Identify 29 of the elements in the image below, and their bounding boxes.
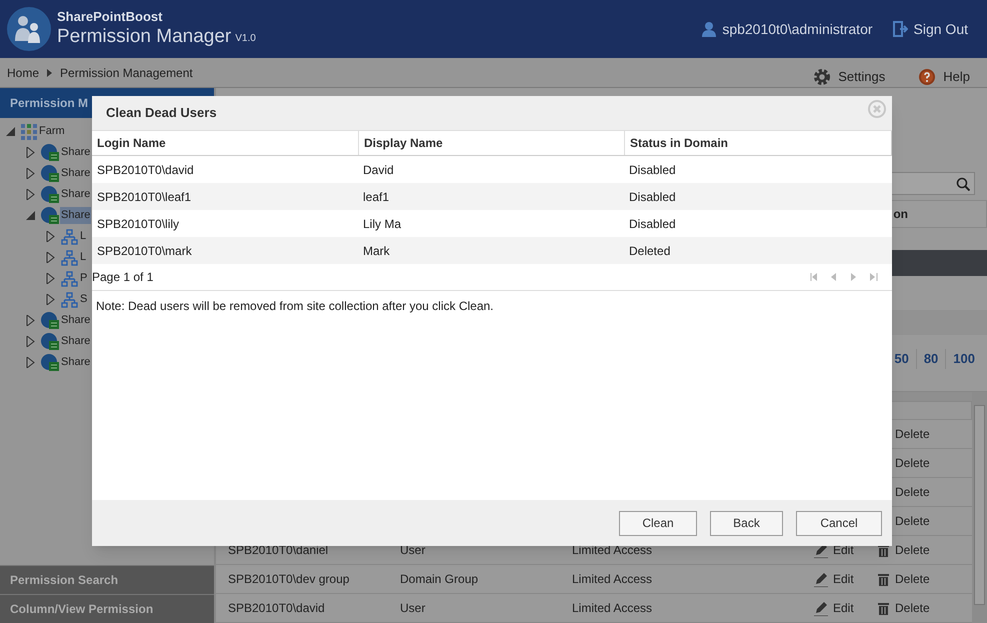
table-cell: Disabled (629, 162, 676, 176)
table-cell: SPB2010T0\david (97, 162, 194, 176)
table-cell: Limited Access (572, 543, 652, 557)
table-cell: Disabled (629, 190, 676, 204)
table-cell: Limited Access (572, 572, 652, 586)
table-cell: Deleted (629, 244, 670, 258)
table-cell: Mark (363, 244, 390, 258)
table-cell: Domain Group (400, 572, 478, 586)
page-info: Page 1 of 1 (92, 269, 154, 286)
table-cell: SPB2010T0\david (228, 601, 325, 615)
table-cell: User (400, 601, 426, 615)
table-cell: SPB2010T0\leaf1 (97, 190, 192, 204)
table-cell: SPB2010T0\mark (97, 244, 192, 258)
table-cell: SPB2010T0\daniel (228, 543, 328, 557)
version-label: V1.0 (235, 32, 256, 46)
column-header-label: on (893, 206, 908, 223)
brand-name: SharePointBoost (57, 9, 164, 25)
table-cell: SPB2010T0\lily (97, 216, 180, 230)
table-cell: SPB2010T0\dev group (228, 572, 350, 586)
table-cell: Limited Access (572, 601, 652, 615)
table-cell: User (400, 543, 426, 557)
table-cell: Disabled (629, 216, 676, 230)
note-text: Note: Dead users will be removed from site collection after you click Clean. (95, 298, 494, 315)
dialog-title: Clean Dead Users (106, 104, 217, 122)
app-title: Permission Manager (57, 25, 232, 49)
table-cell: Lily Ma (363, 216, 402, 230)
user-name: spb2010t0\administrator (722, 20, 873, 39)
table-cell: leaf1 (363, 190, 390, 204)
table-cell: David (363, 162, 394, 176)
